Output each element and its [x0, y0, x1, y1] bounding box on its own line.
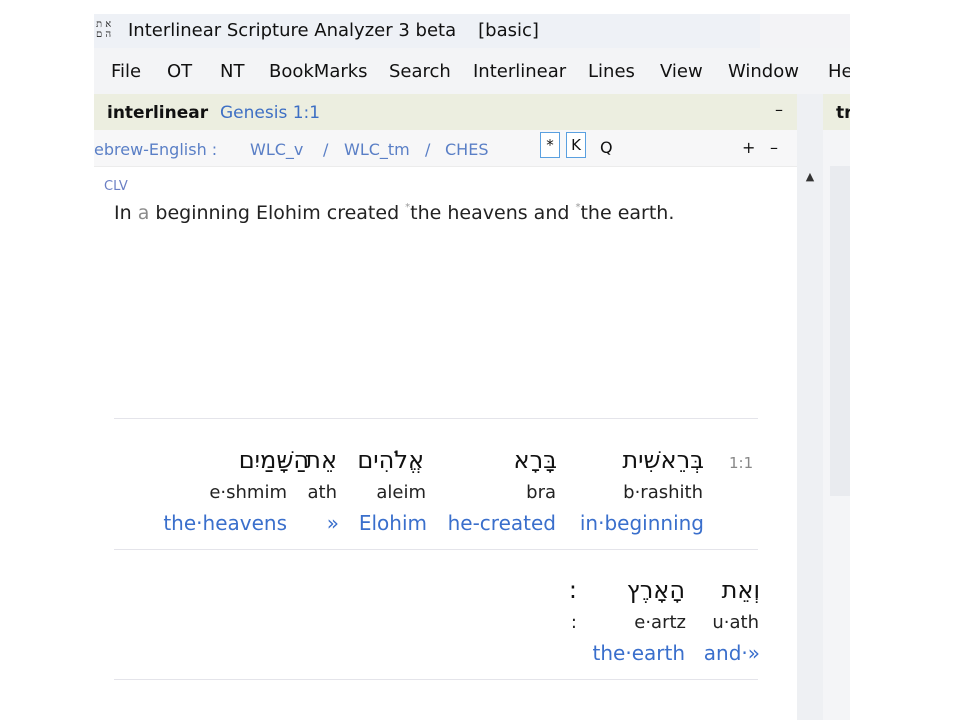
- right-pane-title: tr: [836, 103, 850, 123]
- menu-view[interactable]: View: [660, 61, 703, 82]
- divider: [114, 418, 758, 419]
- menu-help[interactable]: He: [828, 61, 850, 82]
- verse-text-supplied-word: a: [137, 202, 150, 224]
- transliteration: bra: [526, 482, 556, 503]
- hebrew-word[interactable]: בְּרֵאשִׁית: [622, 446, 704, 474]
- source-wlc-v[interactable]: WLC_v: [250, 140, 303, 159]
- verse-reference: 1:1: [729, 454, 754, 472]
- window-title: Interlinear Scripture Analyzer 3 beta [ba…: [128, 20, 539, 41]
- transliteration: u·ath: [712, 612, 759, 633]
- source-toolbar: ebrew-English : WLC_v / WLC_tm / CHES: [94, 130, 797, 167]
- transliteration: b·rashith: [623, 482, 703, 503]
- menu-nt[interactable]: NT: [220, 61, 244, 82]
- window-title-text: Interlinear Scripture Analyzer 3 beta: [128, 20, 457, 41]
- window-mode-label: [basic]: [478, 20, 539, 41]
- star-toggle-button[interactable]: *: [540, 132, 560, 158]
- hebrew-word[interactable]: הָאָרֶץ: [627, 576, 685, 604]
- interlinear-pane-header: interlinear Genesis 1:1 –: [94, 94, 797, 130]
- pane-reference[interactable]: Genesis 1:1: [220, 103, 320, 123]
- transliteration: aleim: [376, 482, 426, 503]
- menu-bookmarks[interactable]: BookMarks: [269, 61, 368, 82]
- pane-title: interlinear: [107, 103, 209, 123]
- q-button[interactable]: Q: [600, 138, 613, 157]
- menu-interlinear[interactable]: Interlinear: [473, 61, 566, 82]
- hebrew-word[interactable]: אֱלֹהִים: [357, 446, 424, 474]
- english-gloss: Elohim: [358, 511, 427, 535]
- english-gloss: the·heavens: [163, 511, 287, 535]
- menu-window[interactable]: Window: [728, 61, 799, 82]
- menu-file[interactable]: File: [111, 61, 141, 82]
- hebrew-word[interactable]: בָּרָא: [514, 446, 557, 474]
- english-gloss: »: [326, 511, 339, 535]
- app-icon-glyph-bottom: ה ם: [96, 29, 112, 40]
- source-separator: /: [425, 140, 431, 159]
- hebrew-word[interactable]: וְאֵת: [722, 576, 760, 604]
- verse-text-part: In: [114, 202, 138, 224]
- k-toggle-button[interactable]: K: [566, 132, 586, 158]
- english-gloss: the·earth: [592, 641, 685, 665]
- interlinear-content: CLV In a beginning Elohim created *the h…: [94, 167, 797, 720]
- english-gloss: and·»: [703, 641, 760, 665]
- verse-text-part: the earth.: [580, 202, 675, 224]
- verse-translation: In a beginning Elohim created *the heave…: [114, 202, 674, 224]
- verse-text-part: beginning Elohim created: [149, 202, 406, 224]
- transliteration: e·artz: [634, 612, 686, 633]
- transliteration: :: [570, 612, 577, 633]
- zoom-in-button[interactable]: +: [742, 138, 755, 157]
- menu-lines[interactable]: Lines: [588, 61, 635, 82]
- source-separator: /: [323, 140, 329, 159]
- transliteration: ath: [307, 482, 338, 503]
- hebrew-word[interactable]: אֵת: [305, 446, 337, 474]
- english-gloss: he-created: [447, 511, 556, 535]
- minimize-pane-button[interactable]: –: [772, 100, 786, 122]
- menu-bar: File OT NT BookMarks Search Interlinear …: [94, 48, 850, 94]
- verse-end-mark: :: [568, 576, 577, 604]
- menu-ot[interactable]: OT: [167, 61, 192, 82]
- app-icon: א ת ה ם: [96, 20, 116, 42]
- menu-search[interactable]: Search: [389, 61, 451, 82]
- version-label: CLV: [104, 179, 128, 194]
- source-hebrew-english[interactable]: ebrew-English :: [94, 140, 217, 159]
- app-window: א ת ה ם Interlinear Scripture Analyzer 3…: [94, 0, 850, 720]
- window-controls[interactable]: [760, 14, 850, 48]
- source-wlc-tm[interactable]: WLC_tm: [344, 140, 410, 159]
- title-bar[interactable]: א ת ה ם Interlinear Scripture Analyzer 3…: [94, 14, 850, 49]
- right-pane-panel: [830, 166, 850, 496]
- transliteration: e·shmim: [209, 482, 287, 503]
- right-pane: tr: [823, 94, 850, 720]
- verse-text-part: the heavens and: [410, 202, 576, 224]
- scroll-up-arrow-icon[interactable]: ▲: [797, 170, 823, 190]
- divider: [114, 549, 758, 550]
- divider: [114, 679, 758, 680]
- hebrew-word[interactable]: הַשָּׁמַיִם: [239, 446, 309, 474]
- zoom-out-button[interactable]: –: [770, 138, 778, 157]
- source-ches[interactable]: CHES: [445, 140, 488, 159]
- english-gloss: in·beginning: [579, 511, 704, 535]
- right-pane-header: tr: [823, 94, 850, 130]
